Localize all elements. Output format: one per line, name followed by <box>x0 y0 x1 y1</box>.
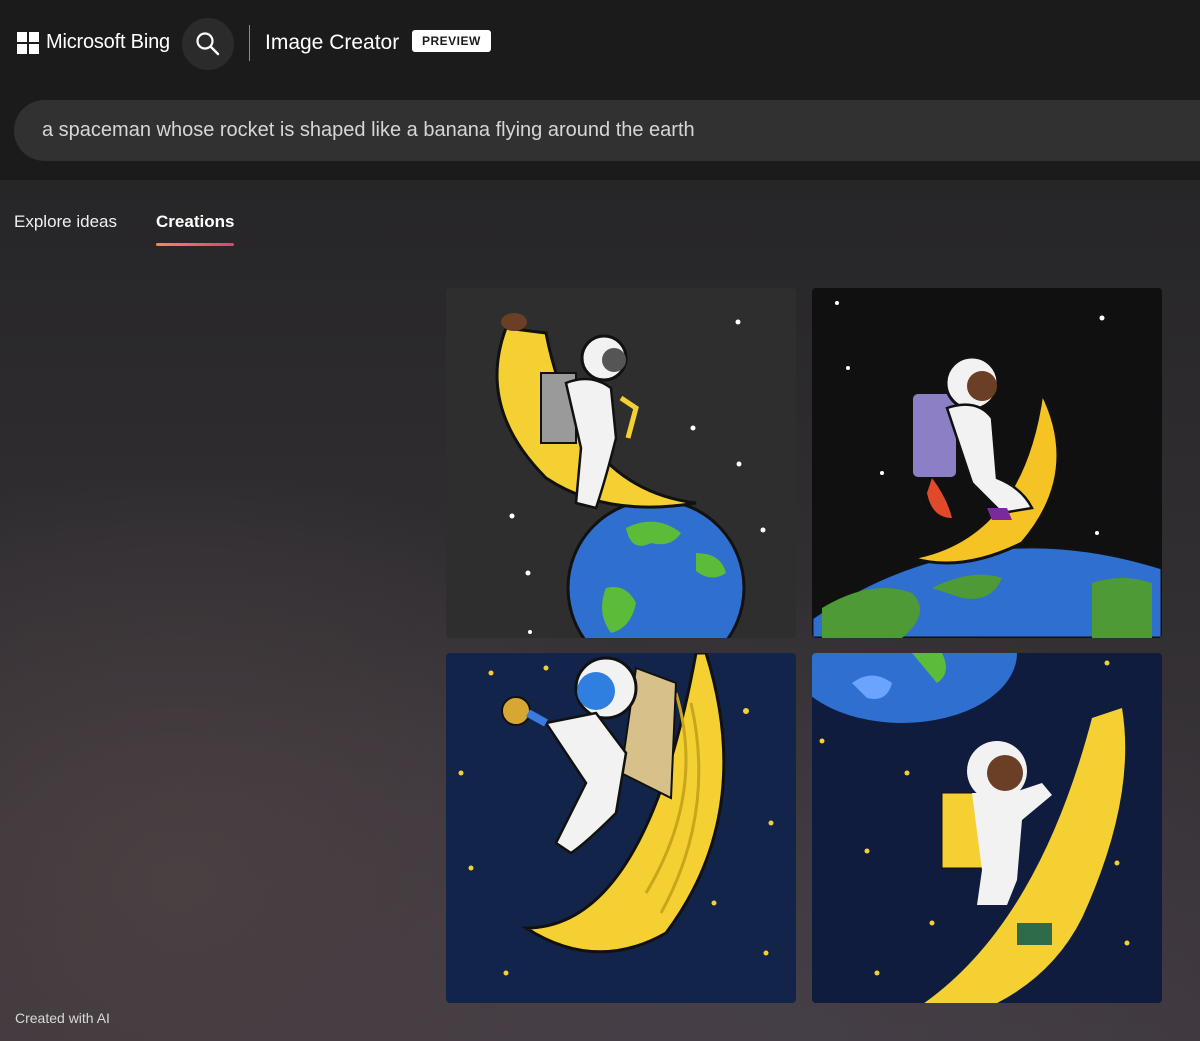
brand-name: Microsoft Bing <box>46 31 170 53</box>
top-header: Microsoft Bing Image Creator PREVIEW a s… <box>0 0 1200 180</box>
tab-creations[interactable]: Creations <box>156 212 235 246</box>
generated-image-3 <box>446 653 796 1003</box>
generated-image-1 <box>446 288 796 638</box>
search-icon <box>196 32 220 56</box>
result-image-4[interactable] <box>812 653 1162 1003</box>
result-image-3[interactable] <box>446 653 796 1003</box>
tab-explore-ideas[interactable]: Explore ideas <box>14 212 117 246</box>
preview-badge: PREVIEW <box>412 30 491 52</box>
windows-logo-icon <box>17 31 39 54</box>
result-image-2[interactable] <box>812 288 1162 638</box>
header-divider <box>249 25 250 61</box>
results-grid <box>446 288 1162 1003</box>
generated-image-4 <box>812 653 1162 1003</box>
result-image-1[interactable] <box>446 288 796 638</box>
prompt-input[interactable]: a spaceman whose rocket is shaped like a… <box>14 100 1200 161</box>
app-title[interactable]: Image Creator <box>265 31 399 55</box>
search-button[interactable] <box>182 18 234 70</box>
bing-logo[interactable]: Microsoft Bing <box>17 31 170 54</box>
created-with-ai-note: Created with AI <box>15 1010 110 1026</box>
prompt-text[interactable]: a spaceman whose rocket is shaped like a… <box>42 100 695 161</box>
tab-bar: Explore ideas Creations <box>14 212 273 246</box>
generated-image-2 <box>812 288 1162 638</box>
